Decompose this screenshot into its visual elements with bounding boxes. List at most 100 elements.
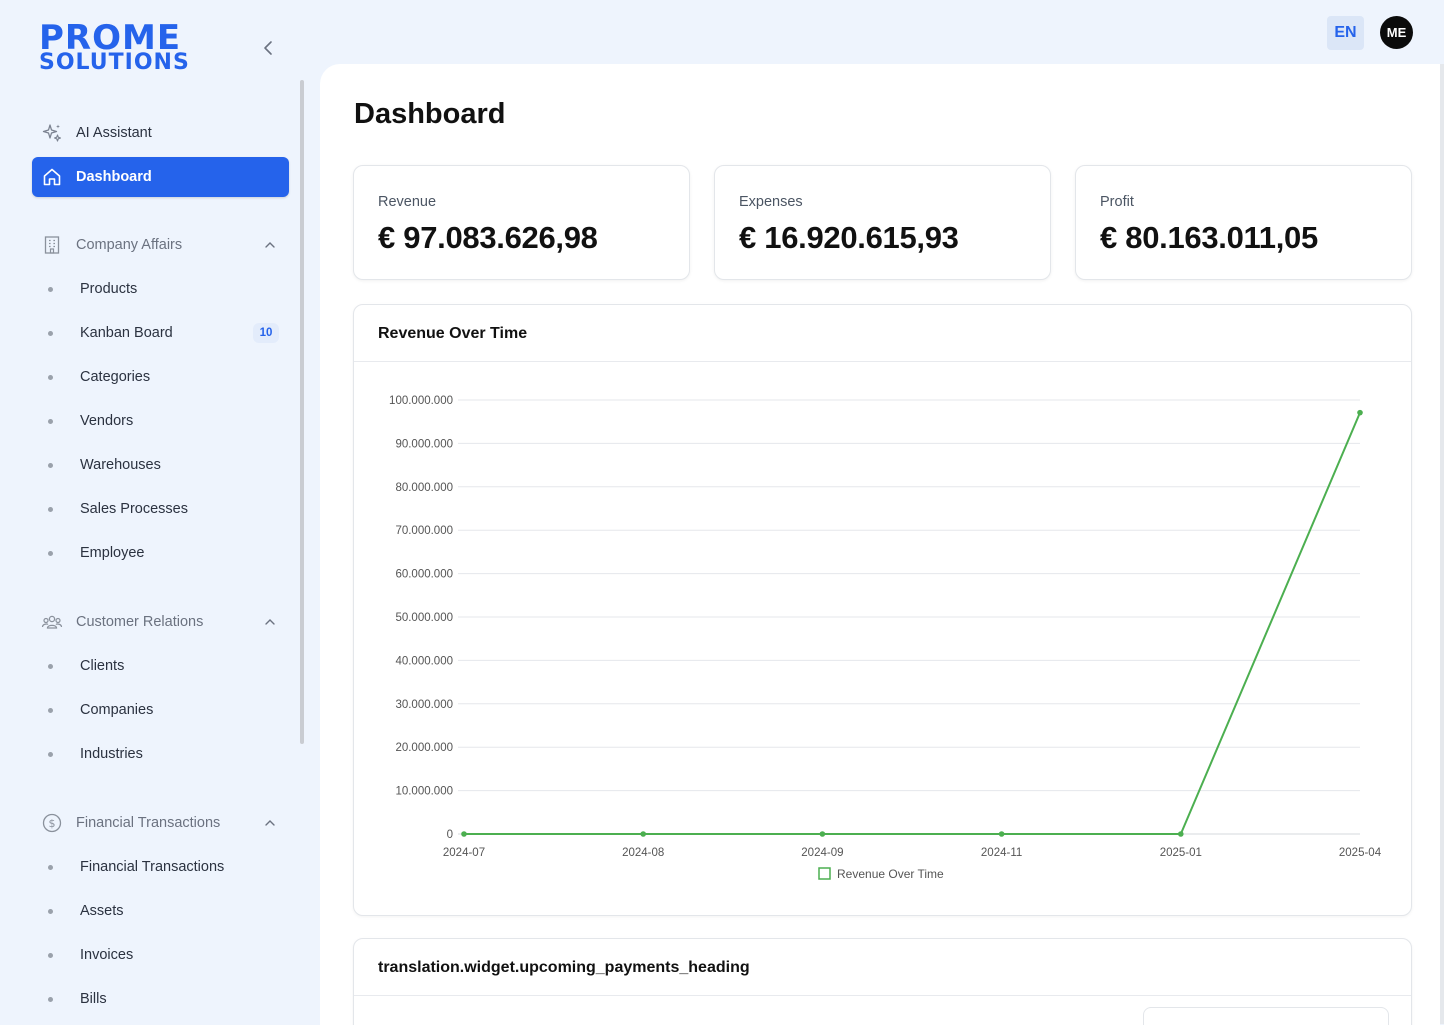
x-tick-label: 2024-08	[622, 847, 664, 859]
users-icon	[41, 611, 63, 633]
chart-container: 0 10.000.000 20.000.000 30.000.000 40.000.00…	[354, 362, 1411, 915]
sidebar-item-kanban-board[interactable]: Kanban Board 10	[44, 317, 289, 349]
bullet-dot	[48, 286, 53, 292]
bullet-dot	[48, 996, 53, 1002]
sidebar-item-vendors[interactable]: Vendors	[44, 405, 289, 437]
y-tick-label: 30.000.000	[395, 699, 453, 711]
sidebar-item-financial-transactions[interactable]: Financial Transactions	[44, 851, 289, 883]
data-point	[998, 831, 1005, 837]
section-customer-relations[interactable]: Customer Relations	[32, 604, 289, 640]
panel-title: translation.widget.upcoming_payments_hea…	[378, 959, 750, 976]
page-title: Dashboard	[354, 98, 506, 130]
stat-card-expenses: Expenses € 16.920.615,93	[714, 165, 1051, 280]
bullet-dot	[48, 550, 53, 556]
sidebar-item-label: Categories	[80, 369, 151, 385]
sidebar-item-employee[interactable]: Employee	[44, 537, 289, 569]
sidebar-item-label: Assets	[80, 903, 124, 919]
logo-line-2: SOLUTIONS	[39, 50, 190, 75]
y-tick-label: 90.000.000	[395, 438, 453, 450]
section-label: Company Affairs	[76, 237, 183, 253]
sidebar-item-label: Clients	[80, 658, 125, 674]
sidebar-item-label: Kanban Board	[80, 325, 173, 341]
sidebar-item-label: Vendors	[80, 413, 134, 429]
sidebar-item-warehouses[interactable]: Warehouses	[44, 449, 289, 481]
count-badge: 10	[253, 323, 279, 343]
bullet-dot	[48, 952, 53, 958]
stat-card-profit: Profit € 80.163.011,05	[1075, 165, 1412, 280]
bullet-dot	[48, 374, 53, 380]
data-point	[1178, 831, 1184, 837]
y-tick-label: 50.000.000	[395, 612, 453, 624]
section-company-affairs[interactable]: Company Affairs	[32, 227, 289, 263]
section-label: Financial Transactions	[76, 815, 221, 831]
language-switcher[interactable]: EN	[1327, 16, 1364, 50]
app-root: PROME SOLUTIONS AI Assistant Dashboard C…	[0, 0, 1444, 1025]
upcoming-payments-panel: translation.widget.upcoming_payments_hea…	[353, 938, 1412, 1025]
bullet-dot	[48, 707, 53, 713]
sidebar-item-sales-processes[interactable]: Sales Processes	[44, 493, 289, 525]
sidebar-item-label: Products	[80, 281, 138, 297]
data-point	[461, 831, 467, 837]
svg-text:$: $	[49, 817, 56, 830]
y-tick-label: 60.000.000	[395, 569, 453, 581]
sidebar-item-dashboard[interactable]: Dashboard	[32, 157, 289, 197]
panel-title: Revenue Over Time	[378, 325, 528, 342]
series-line	[464, 412, 1361, 835]
sidebar-item-clients[interactable]: Clients	[44, 650, 289, 682]
y-tick-label: 0	[447, 829, 453, 841]
legend-label: Revenue Over Time	[837, 867, 944, 881]
page-scrollbar[interactable]	[1440, 64, 1444, 1024]
stat-value: € 16.920.615,93	[739, 220, 959, 255]
sidebar: PROME SOLUTIONS AI Assistant Dashboard C…	[0, 0, 318, 1025]
x-tick-label: 2024-09	[801, 847, 843, 859]
sidebar-item-label: Financial Transactions	[80, 859, 225, 875]
sidebar-item-bills[interactable]: Bills	[44, 983, 289, 1015]
stat-value: € 80.163.011,05	[1100, 220, 1318, 255]
x-tick-label: 2024-07	[443, 847, 485, 859]
x-tick-label: 2025-04	[1339, 847, 1382, 859]
sidebar-item-label: Dashboard	[76, 169, 152, 185]
building-icon	[41, 234, 63, 256]
user-avatar[interactable]: ME	[1380, 16, 1413, 49]
stat-card-revenue: Revenue € 97.083.626,98	[353, 165, 690, 280]
sidebar-item-products[interactable]: Products	[44, 273, 289, 305]
y-tick-label: 100.000.000	[389, 395, 453, 407]
stat-label: Expenses	[739, 194, 803, 210]
sidebar-item-label: Warehouses	[80, 457, 161, 473]
chevron-up-icon	[265, 820, 275, 826]
bullet-dot	[48, 462, 53, 468]
sidebar-item-label: Bills	[80, 991, 107, 1007]
sidebar-item-categories[interactable]: Categories	[44, 361, 289, 393]
collapse-sidebar-button[interactable]	[256, 36, 280, 60]
bullet-dot	[48, 864, 53, 870]
chevron-up-icon	[265, 619, 275, 625]
section-financial-transactions[interactable]: $ Financial Transactions	[32, 805, 289, 841]
sidebar-item-companies[interactable]: Companies	[44, 694, 289, 726]
stat-value: € 97.083.626,98	[378, 220, 598, 255]
bullet-dot	[48, 330, 53, 336]
stat-label: Profit	[1100, 194, 1134, 210]
y-tick-label: 40.000.000	[395, 655, 453, 667]
y-tick-label: 20.000.000	[395, 742, 453, 754]
sidebar-item-label: Employee	[80, 545, 145, 561]
sidebar-item-invoices[interactable]: Invoices	[44, 939, 289, 971]
stat-label: Revenue	[378, 194, 437, 210]
sidebar-item-industries[interactable]: Industries	[44, 738, 289, 770]
sidebar-item-label: Sales Processes	[80, 501, 188, 517]
bullet-dot	[48, 506, 53, 512]
x-tick-label: 2024-11	[981, 847, 1022, 859]
legend-swatch	[818, 867, 831, 880]
sidebar-scrollbar[interactable]	[300, 80, 304, 744]
chevron-left-icon	[264, 41, 272, 55]
revenue-line-chart: 0 10.000.000 20.000.000 30.000.000 40.000.00…	[389, 395, 1382, 881]
search-input[interactable]	[1143, 1007, 1389, 1025]
bullet-dot	[48, 418, 53, 424]
revenue-chart-panel: Revenue Over Time 0 10.000.000 20.000.000 3…	[353, 304, 1412, 916]
sidebar-item-ai-assistant[interactable]: AI Assistant	[32, 113, 289, 153]
sparkles-icon	[41, 122, 63, 144]
bullet-dot	[48, 908, 53, 914]
sidebar-item-assets[interactable]: Assets	[44, 895, 289, 927]
bullet-dot	[48, 663, 53, 669]
company-logo[interactable]: PROME SOLUTIONS	[39, 21, 190, 76]
sidebar-item-label: Invoices	[80, 947, 134, 963]
